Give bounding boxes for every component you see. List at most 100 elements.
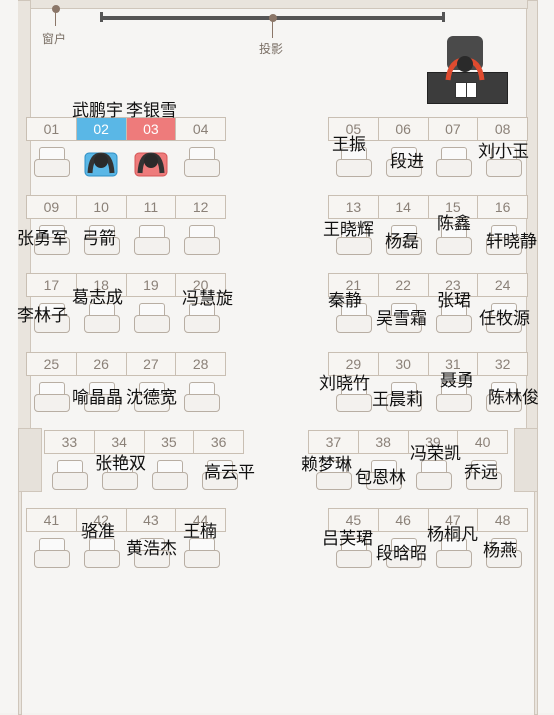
desk-row-2-left: 09 10 11 12 (26, 195, 226, 219)
desk-row-4-right: 29 30 31 32 (328, 352, 528, 376)
student-name: 李银雪 (126, 101, 177, 121)
teacher-avatar-icon (444, 50, 486, 84)
student-name: 沈德宽 (126, 388, 177, 408)
student-name: 吴雪霜 (376, 309, 427, 329)
window-marker-dot (52, 5, 60, 13)
student-name: 杨磊 (385, 232, 419, 252)
projector-label: 投影 (259, 42, 284, 56)
seat-number: 12 (192, 199, 209, 215)
student-name: 武鹏宇 (72, 101, 123, 121)
left-door-frame (18, 428, 42, 492)
seat-number: 07 (429, 118, 479, 140)
seat-number: 09 (27, 196, 77, 218)
book-icon (455, 82, 477, 98)
seat-number: 24 (494, 277, 511, 293)
student-name: 段晗昭 (376, 544, 427, 564)
seat-number: 17 (27, 274, 77, 296)
student-name: 杨燕 (483, 541, 517, 561)
student-name: 王楠 (183, 522, 217, 542)
seat-number: 03 (126, 118, 177, 140)
seat-number: 04 (192, 121, 209, 137)
student-name: 王振 (332, 135, 366, 155)
seat-number: 16 (494, 199, 511, 215)
seat-number: 14 (379, 196, 429, 218)
chair-icon[interactable] (34, 147, 70, 177)
student-name: 骆准 (81, 522, 115, 542)
student-name: 陈林俊 (488, 388, 539, 408)
student-name: 张珺 (437, 291, 471, 311)
seat-number: 38 (359, 431, 409, 453)
seat-number: 25 (27, 353, 77, 375)
seat-number: 11 (127, 196, 177, 218)
seat-number: 22 (379, 274, 429, 296)
seat-number: 41 (27, 509, 77, 531)
student-name: 葛志成 (72, 288, 123, 308)
chair-icon[interactable] (184, 147, 220, 177)
student-name: 段进 (390, 152, 424, 172)
right-door-frame (514, 428, 538, 492)
student-name: 高云平 (204, 463, 255, 483)
chair-icon[interactable] (34, 538, 70, 568)
seat-number: 26 (77, 353, 127, 375)
top-wall (30, 0, 528, 9)
chair-icon[interactable] (152, 460, 188, 490)
seat-number: 06 (379, 118, 429, 140)
seat-number: 10 (77, 196, 127, 218)
seat-number: 01 (27, 118, 77, 140)
seat-number: 29 (329, 353, 379, 375)
chair-icon[interactable] (184, 382, 220, 412)
student-name: 陈鑫 (437, 214, 471, 234)
student-name: 刘小玉 (478, 142, 529, 162)
student-name: 王晨莉 (372, 390, 423, 410)
window-marker-line (55, 12, 56, 26)
seat-number: 32 (494, 356, 511, 372)
student-name: 弓箭 (82, 229, 116, 249)
seat-number: 13 (329, 196, 379, 218)
projector-screen-left-cap (100, 12, 103, 22)
window-label: 窗户 (42, 32, 67, 46)
seat-number: 30 (379, 353, 429, 375)
seat-number: 45 (329, 509, 379, 531)
chair-icon[interactable] (184, 225, 220, 255)
desk-row-2-right: 13 14 15 16 (328, 195, 528, 219)
student-name: 冯慧旋 (182, 289, 233, 309)
left-wall-lower (18, 490, 22, 715)
chair-icon[interactable] (52, 460, 88, 490)
student-name: 轩晓静 (486, 232, 537, 252)
seat-number: 02 (76, 118, 127, 140)
occupied-seat-icon[interactable] (134, 147, 168, 177)
chair-icon[interactable] (84, 538, 120, 568)
student-name: 任牧源 (479, 309, 530, 329)
seat-number: 19 (127, 274, 177, 296)
seat-number: 48 (494, 512, 511, 528)
chair-icon[interactable] (436, 147, 472, 177)
student-name: 吕芙珺 (322, 529, 373, 549)
student-name: 包恩林 (355, 468, 406, 488)
right-wall-lower (534, 490, 538, 715)
chair-icon[interactable] (416, 460, 452, 490)
desk-row-5-right: 37 38 39 40 (308, 430, 508, 454)
occupied-seat-icon[interactable] (84, 147, 118, 177)
seat-number: 28 (192, 356, 209, 372)
student-name: 杨桐凡 (427, 525, 478, 545)
projector-marker-dot (269, 14, 277, 22)
seat-number: 08 (494, 121, 511, 137)
chair-icon[interactable] (34, 382, 70, 412)
student-name: 乔远 (464, 463, 498, 483)
desk-row-4-left: 25 26 27 28 (26, 352, 226, 376)
student-name: 张勇军 (17, 229, 68, 249)
seat-number: 34 (95, 431, 145, 453)
student-name: 黄浩杰 (126, 539, 177, 559)
classroom-seating-chart: 窗户 投影 01 02 03 04 05 06 07 08 09 10 11 12 13 14 15 16 17… (0, 0, 554, 715)
projector-screen-right-cap (442, 12, 445, 22)
student-name: 喻晶晶 (72, 388, 123, 408)
student-name: 聂勇 (440, 371, 474, 391)
chair-icon[interactable] (184, 538, 220, 568)
seat-number: 33 (45, 431, 95, 453)
student-name: 秦静 (328, 291, 362, 311)
projector-marker-line (272, 20, 273, 38)
chair-icon[interactable] (134, 225, 170, 255)
seat-number: 43 (127, 509, 177, 531)
seat-number: 46 (379, 509, 429, 531)
chair-icon[interactable] (134, 303, 170, 333)
